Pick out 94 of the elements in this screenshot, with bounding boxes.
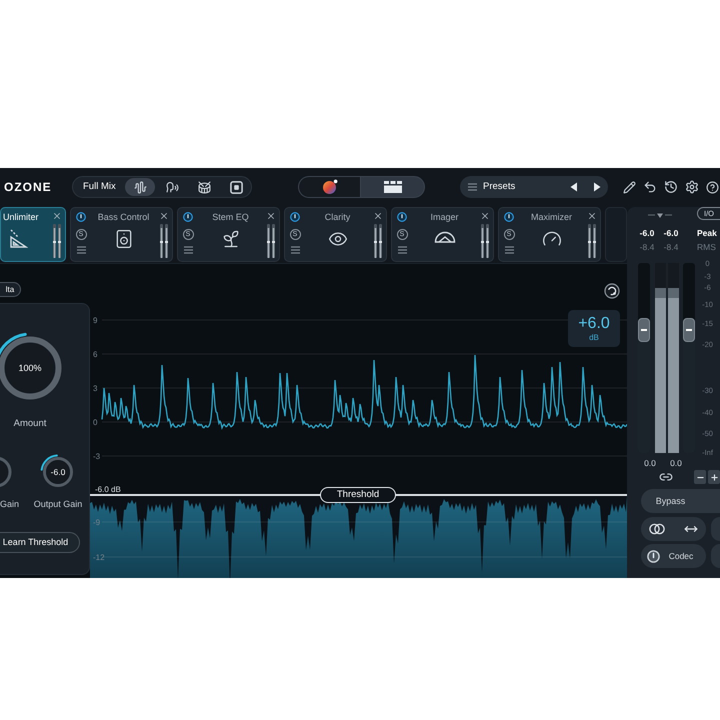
module-title: Bass Control bbox=[98, 212, 150, 223]
power-icon[interactable] bbox=[647, 550, 660, 562]
delta-button[interactable]: lta bbox=[0, 282, 21, 297]
drum-icon bbox=[198, 180, 210, 194]
close-icon[interactable] bbox=[480, 211, 490, 221]
plus-button[interactable] bbox=[708, 470, 720, 484]
axis-label: 0 bbox=[93, 418, 98, 427]
axis-label: 3 bbox=[93, 384, 98, 393]
threshold-value: -6.0 dB bbox=[95, 485, 121, 494]
level-reading: -6.0 bbox=[662, 228, 680, 238]
input-gain-knob[interactable] bbox=[0, 454, 14, 490]
close-icon[interactable] bbox=[52, 211, 62, 221]
plus-icon bbox=[710, 472, 718, 482]
knob-value: 100% bbox=[17, 362, 43, 374]
fader-value: 0.0 bbox=[669, 459, 683, 468]
minus-button[interactable] bbox=[694, 470, 706, 484]
history-icon[interactable] bbox=[664, 180, 678, 194]
preset-name: Presets bbox=[483, 182, 516, 192]
module-title: Imager bbox=[430, 212, 458, 223]
reading-mode-label: Peak bbox=[697, 228, 717, 238]
meter-bars-icon bbox=[267, 224, 275, 258]
meter-bars-icon bbox=[160, 224, 168, 258]
speaking-head-icon bbox=[166, 180, 178, 194]
list-icon[interactable] bbox=[76, 246, 86, 254]
help-icon[interactable] bbox=[706, 180, 719, 194]
axis-label: -12 bbox=[93, 553, 105, 562]
reset-icon[interactable] bbox=[604, 283, 620, 299]
source-tab[interactable] bbox=[125, 178, 155, 196]
settings-icon[interactable] bbox=[685, 180, 699, 194]
framed-square-icon bbox=[230, 180, 242, 194]
layout-icon bbox=[382, 180, 402, 194]
list-icon[interactable] bbox=[184, 246, 192, 254]
fader-value: 0.0 bbox=[643, 459, 657, 468]
power-icon[interactable] bbox=[183, 212, 193, 222]
readout-value: +6.0 bbox=[578, 315, 610, 333]
axis-label: 9 bbox=[93, 316, 98, 325]
axis-label: -3 bbox=[93, 452, 100, 461]
power-icon[interactable] bbox=[290, 212, 300, 222]
knob-label: Amount bbox=[12, 418, 48, 430]
module-title: Maximizer bbox=[530, 212, 572, 223]
module-title: Clarity bbox=[324, 212, 350, 223]
waveform-icon bbox=[134, 180, 146, 194]
list-icon[interactable] bbox=[504, 246, 514, 254]
level-reading: -8.4 bbox=[662, 242, 680, 252]
list-icon[interactable] bbox=[290, 246, 300, 254]
readout-unit: dB bbox=[589, 333, 599, 342]
meter-bars-icon bbox=[481, 224, 489, 258]
fader-handle[interactable] bbox=[683, 318, 695, 342]
orb-icon bbox=[322, 179, 338, 195]
power-icon[interactable] bbox=[76, 212, 86, 222]
view-tab[interactable] bbox=[360, 176, 425, 198]
logo-text: OZONE bbox=[4, 181, 52, 193]
output-gain-knob[interactable] bbox=[40, 454, 76, 490]
close-icon[interactable] bbox=[587, 211, 597, 221]
fader-handle[interactable] bbox=[638, 318, 650, 342]
previous-icon[interactable] bbox=[570, 182, 578, 192]
close-icon[interactable] bbox=[373, 211, 383, 221]
caret-icon[interactable] bbox=[648, 213, 672, 219]
undo-icon[interactable] bbox=[643, 180, 657, 194]
codec-button[interactable]: Codec bbox=[641, 544, 706, 568]
reading-mode-label: RMS bbox=[697, 242, 716, 252]
module-card[interactable]: Unlimiter bbox=[0, 207, 66, 262]
bypass-button[interactable]: Bypass bbox=[641, 489, 720, 513]
knob-label: Gain bbox=[0, 498, 20, 510]
sprout-icon bbox=[220, 229, 240, 249]
grip-icon bbox=[641, 328, 647, 331]
speaker-icon bbox=[114, 229, 134, 249]
list-icon[interactable] bbox=[468, 183, 477, 191]
power-icon[interactable] bbox=[397, 212, 407, 222]
meter-bars-icon bbox=[53, 224, 61, 258]
power-icon[interactable] bbox=[504, 212, 514, 222]
axis-label: 6 bbox=[93, 350, 98, 359]
threshold-handle[interactable]: Threshold bbox=[320, 487, 396, 503]
level-reading: -8.4 bbox=[638, 242, 656, 252]
module-title: Unlimiter bbox=[3, 212, 39, 223]
meter-bars-icon bbox=[588, 224, 596, 258]
stereo-button[interactable] bbox=[641, 517, 706, 541]
knob-value: -6.0 bbox=[50, 466, 66, 478]
preset-selector[interactable]: Presets bbox=[460, 176, 608, 198]
next-icon[interactable] bbox=[593, 182, 601, 192]
meter-bars-icon bbox=[374, 224, 382, 258]
source-label: Full Mix bbox=[83, 182, 117, 192]
level-reading: -6.0 bbox=[638, 228, 656, 238]
list-icon[interactable] bbox=[398, 246, 406, 254]
pencil-icon[interactable] bbox=[623, 180, 636, 194]
learn-threshold-button[interactable]: Learn Threshold bbox=[0, 532, 80, 553]
knob-label: Output Gain bbox=[32, 498, 84, 510]
overlapping-circles-icon bbox=[649, 523, 665, 535]
grip-icon bbox=[686, 328, 692, 331]
module-title: Stem EQ bbox=[212, 212, 249, 223]
close-icon[interactable] bbox=[159, 211, 169, 221]
axis-label: -9 bbox=[93, 518, 100, 527]
close-icon[interactable] bbox=[266, 211, 276, 221]
ramp-icon bbox=[8, 229, 28, 249]
